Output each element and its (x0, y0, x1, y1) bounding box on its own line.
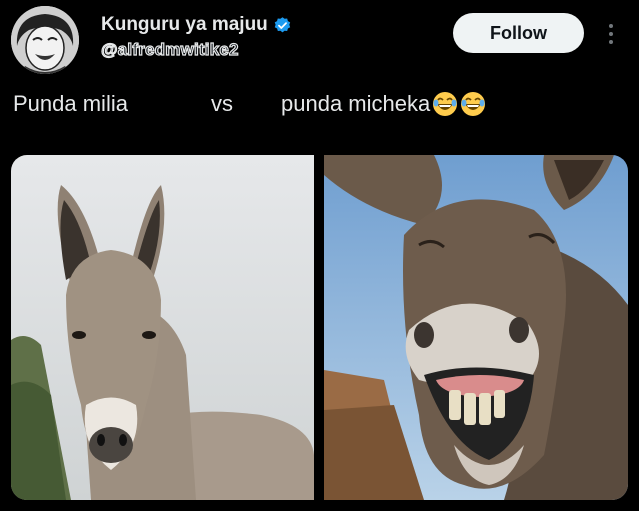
donkey-front-image[interactable] (11, 155, 314, 500)
tweet-text-part3-wrap: punda micheka (281, 91, 486, 117)
follow-button[interactable]: Follow (453, 13, 584, 53)
laughing-donkey-image[interactable] (324, 155, 628, 500)
tweet-text-part3: punda micheka (281, 91, 431, 116)
author-display-name[interactable]: Kunguru ya majuu (101, 14, 268, 36)
author-avatar[interactable] (11, 6, 79, 74)
laughing-emoji-icon (433, 92, 458, 116)
dot-icon (609, 32, 613, 36)
cartoon-face-avatar (11, 6, 79, 74)
dot-icon (609, 40, 613, 44)
verified-badge-icon (274, 16, 290, 32)
more-options-icon[interactable] (600, 20, 622, 48)
author-handle[interactable]: @alfredmwitike2 (100, 39, 239, 60)
dot-icon (609, 24, 613, 28)
author-name-row: Kunguru ya majuu (101, 14, 292, 36)
tweet-text-part1: Punda milia (13, 91, 128, 116)
tweet-text-part2: vs (211, 91, 233, 116)
laughing-emoji-icon (461, 92, 486, 116)
tweet-media[interactable] (11, 155, 628, 500)
